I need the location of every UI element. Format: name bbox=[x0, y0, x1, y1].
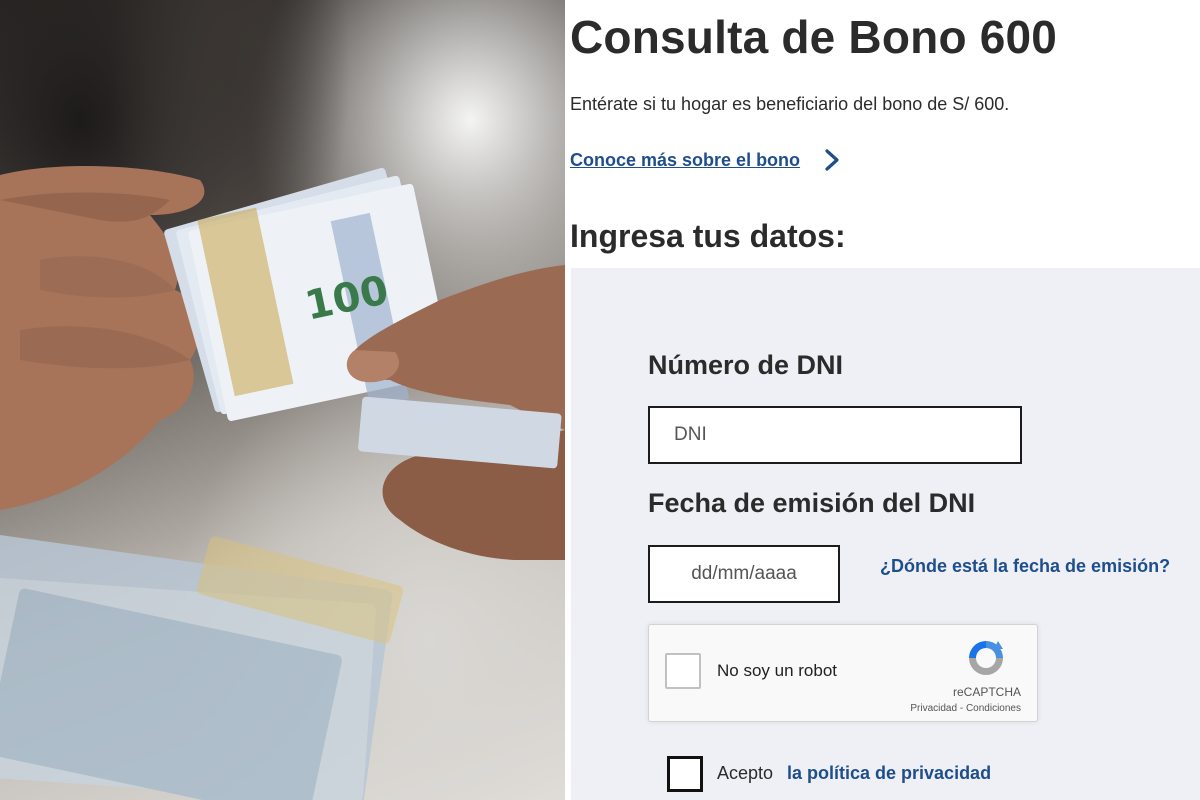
recaptcha-checkbox[interactable] bbox=[665, 653, 701, 689]
money-photo-illustration: 100 bbox=[0, 165, 565, 800]
more-info-link[interactable]: Conoce más sobre el bono bbox=[570, 148, 842, 172]
privacy-policy-link[interactable]: la política de privacidad bbox=[787, 763, 991, 784]
recaptcha-separator: - bbox=[957, 703, 966, 714]
hero-photo: 100 bbox=[0, 0, 565, 800]
blurred-banknotes bbox=[0, 532, 404, 800]
left-hand bbox=[0, 165, 205, 510]
recaptcha-widget: No soy un robot reCAPTCHA Privacidad - C… bbox=[648, 624, 1038, 722]
privacy-consent-checkbox[interactable] bbox=[667, 756, 703, 792]
section-title: Ingresa tus datos: bbox=[570, 218, 846, 254]
page-description: Entérate si tu hogar es beneficiario del… bbox=[570, 94, 1010, 114]
recaptcha-terms: Privacidad - Condiciones bbox=[910, 703, 1021, 714]
consent-label: Acepto bbox=[717, 763, 774, 783]
chevron-right-icon bbox=[822, 148, 842, 172]
data-form: Número de DNI Fecha de emisión del DNI ¿… bbox=[571, 268, 1200, 800]
fecha-label: Fecha de emisión del DNI bbox=[648, 488, 976, 518]
dni-input[interactable] bbox=[648, 406, 1022, 464]
recaptcha-conditions-link[interactable]: Condiciones bbox=[966, 703, 1021, 714]
recaptcha-brand: reCAPTCHA bbox=[952, 685, 1021, 699]
recaptcha-privacy-link[interactable]: Privacidad bbox=[910, 703, 957, 714]
where-date-help-link[interactable]: ¿Dónde está la fecha de emisión? bbox=[880, 556, 1170, 577]
more-info-link-label: Conoce más sobre el bono bbox=[570, 149, 801, 170]
page-title: Consulta de Bono 600 bbox=[570, 11, 1058, 63]
recaptcha-label: No soy un robot bbox=[717, 661, 838, 680]
recaptcha-logo-icon bbox=[965, 637, 1007, 679]
consulta-panel: Consulta de Bono 600 Entérate si tu hoga… bbox=[565, 0, 1200, 800]
dni-label: Número de DNI bbox=[648, 350, 844, 380]
fecha-emision-input[interactable] bbox=[648, 545, 840, 603]
